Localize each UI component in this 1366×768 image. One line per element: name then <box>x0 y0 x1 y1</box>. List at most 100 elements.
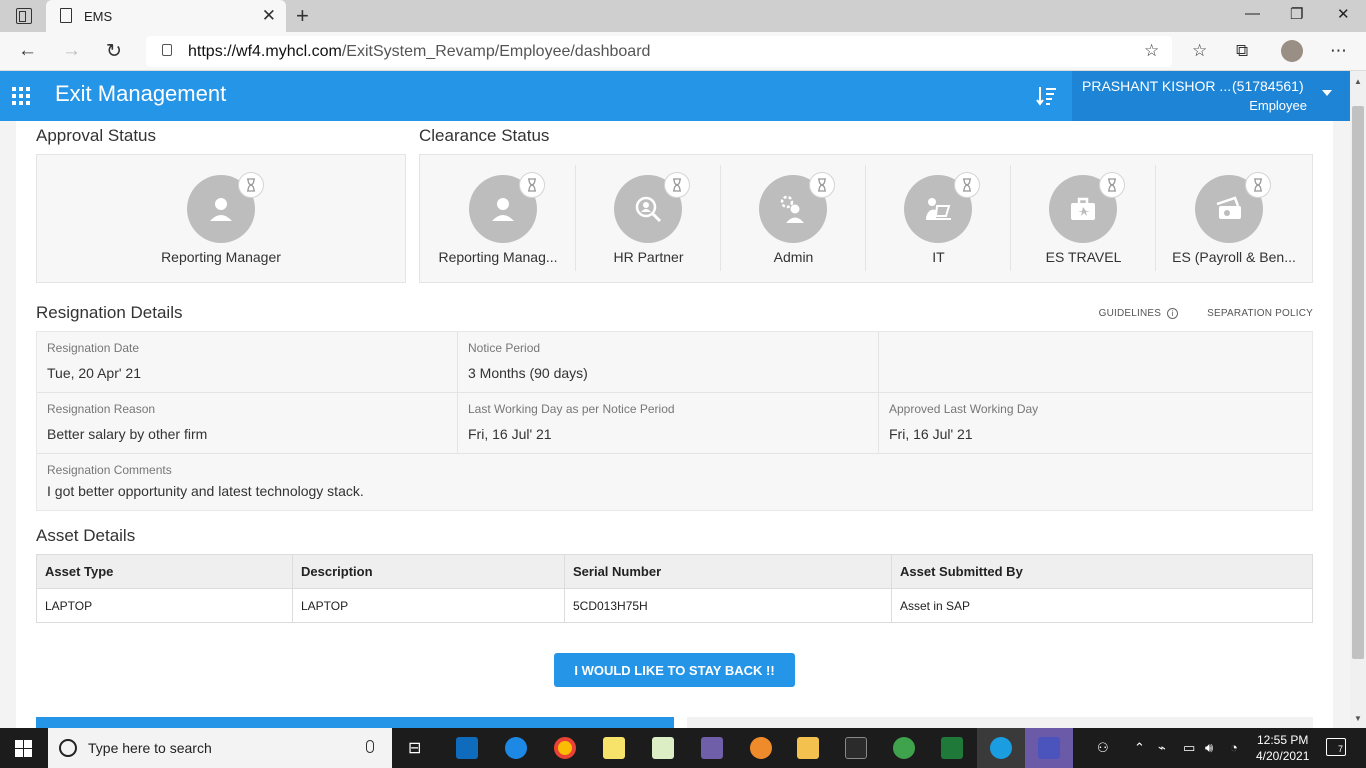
resignation-details-panel: Resignation Date Tue, 20 Apr' 21 Notice … <box>36 331 1313 511</box>
apps-grid-icon[interactable] <box>12 87 30 105</box>
resignation-date: Resignation Date Tue, 20 Apr' 21 <box>47 341 141 381</box>
volume-icon[interactable]: 🔊︎ <box>1205 740 1213 756</box>
table-header-row: Asset Type Description Serial Number Ass… <box>36 554 1313 589</box>
network-icon[interactable]: ⌁ <box>1158 740 1166 756</box>
clearance-item-es-travel: ES TRAVEL <box>1011 155 1156 282</box>
scroll-thumb[interactable] <box>1352 106 1364 659</box>
approved-last-working-day: Approved Last Working Day Fri, 16 Jul' 2… <box>889 402 1039 442</box>
profile-avatar[interactable] <box>1281 40 1303 62</box>
bottom-panel-right <box>687 717 1313 728</box>
file-explorer-icon[interactable] <box>797 737 819 759</box>
microphone-icon[interactable] <box>366 740 374 753</box>
refresh-icon[interactable]: ↻ <box>106 40 122 63</box>
collections-icon[interactable]: ⧉ <box>1236 41 1248 61</box>
close-window-icon[interactable]: ✕ <box>1337 5 1350 23</box>
chrome-icon[interactable] <box>554 737 576 759</box>
resignation-details-title: Resignation Details <box>36 303 183 322</box>
separation-policy-link[interactable]: SEPARATION POLICY <box>1207 308 1313 319</box>
column-header: Asset Type <box>36 554 293 589</box>
user-menu[interactable]: PRASHANT KISHOR ... (51784561) Employee <box>1072 71 1350 121</box>
tools-app-icon[interactable] <box>750 737 772 759</box>
url-field[interactable]: https://wf4.myhcl.com/ExitSystem_Revamp/… <box>146 36 1172 67</box>
user-id: (51784561) <box>1232 78 1304 94</box>
show-hidden-icons[interactable]: ⌃ <box>1134 740 1145 756</box>
teams-icon <box>1038 737 1060 759</box>
hourglass-icon <box>1245 172 1271 198</box>
column-header: Description <box>292 554 565 589</box>
battery-icon[interactable]: ▭ <box>1183 740 1195 756</box>
column-header: Serial Number <box>564 554 892 589</box>
scroll-up-icon[interactable]: ▲ <box>1354 77 1362 86</box>
column-header: Asset Submitted By <box>891 554 1313 589</box>
user-name: PRASHANT KISHOR ... <box>1082 78 1232 94</box>
close-tab-icon[interactable]: ✕ <box>262 6 276 26</box>
hourglass-icon <box>664 172 690 198</box>
app-title: Exit Management <box>55 81 227 106</box>
teams-taskbar-button[interactable] <box>1025 728 1073 768</box>
clearance-item-label: IT <box>932 249 945 265</box>
windows-taskbar: Type here to search ⊟ ⚇ ⌃ ⌁ ▭ 🔊︎ ◔ 12:55… <box>0 728 1366 768</box>
hourglass-icon <box>809 172 835 198</box>
back-icon[interactable]: ← <box>18 40 37 62</box>
page-icon <box>60 8 72 23</box>
dashboard-content: Approval Status Clearance Status Reporti… <box>16 121 1333 728</box>
people-icon[interactable]: ⚇ <box>1097 740 1109 756</box>
clearance-item-reporting-manager: Reporting Manag... <box>420 155 576 282</box>
asset-table: Asset Type Description Serial Number Ass… <box>36 554 1313 623</box>
timesheet-app-icon[interactable] <box>652 737 674 759</box>
edge-taskbar-button[interactable] <box>977 728 1025 768</box>
outlook-icon[interactable] <box>456 737 478 759</box>
tab-title: EMS <box>84 9 113 24</box>
tab-actions-icon[interactable] <box>16 8 32 24</box>
user-role: Employee <box>1249 98 1307 113</box>
forward-icon[interactable]: → <box>62 40 81 62</box>
stay-back-button[interactable]: I WOULD LIKE TO STAY BACK !! <box>554 653 795 687</box>
clearance-item-label: ES (Payroll & Ben... <box>1172 249 1296 265</box>
browser-tab-bar: EMS ✕ + — ❐ ✕ <box>0 0 1366 32</box>
url-text: https://wf4.myhcl.com/ExitSystem_Revamp/… <box>188 43 651 60</box>
more-menu-icon[interactable]: ⋯ <box>1330 41 1347 61</box>
s-app-icon[interactable] <box>941 737 963 759</box>
policy-links: GUIDELINES i SEPARATION POLICY <box>1073 308 1313 319</box>
info-icon: i <box>1167 308 1179 319</box>
asset-description-cell: LAPTOP <box>292 588 565 623</box>
guidelines-link[interactable]: GUIDELINES i <box>1099 308 1179 319</box>
approval-status-title: Approval Status <box>36 126 157 145</box>
taskbar-search-placeholder: Type here to search <box>88 740 212 756</box>
resignation-reason: Resignation Reason Better salary by othe… <box>47 402 208 442</box>
browser-address-bar: ← → ↻ https://wf4.myhcl.com/ExitSystem_R… <box>0 32 1366 71</box>
serial-number-cell: 5CD013H75H <box>564 588 892 623</box>
windows-start-icon[interactable] <box>15 740 32 757</box>
favorites-icon[interactable]: ☆ <box>1192 41 1207 61</box>
hourglass-icon <box>238 172 264 198</box>
internet-explorer-icon[interactable] <box>505 737 527 759</box>
hourglass-icon <box>519 172 545 198</box>
lock-icon[interactable] <box>162 44 172 56</box>
clearance-item-admin: Admin <box>721 155 866 282</box>
add-favorite-icon[interactable]: ☆ <box>1144 41 1159 61</box>
terminal-icon[interactable] <box>845 737 867 759</box>
sort-icon[interactable] <box>1035 84 1059 108</box>
media-app-icon[interactable] <box>701 737 723 759</box>
task-view-icon[interactable]: ⊟ <box>408 738 421 758</box>
bottom-panel-header <box>36 717 674 728</box>
sticky-notes-icon[interactable] <box>603 737 625 759</box>
taskbar-clock[interactable]: 12:55 PM 4/20/2021 <box>1256 732 1309 764</box>
new-tab-icon[interactable]: + <box>296 3 309 29</box>
scroll-down-icon[interactable]: ▼ <box>1354 714 1362 723</box>
wifi-icon[interactable]: ◔ <box>1230 740 1238 755</box>
approval-item-reporting-manager: Reporting Manager <box>37 155 405 282</box>
notification-center-icon[interactable]: 7 <box>1326 738 1346 756</box>
cortana-icon <box>59 739 77 757</box>
globe-app-icon[interactable] <box>893 737 915 759</box>
app-header: Exit Management PRASHANT KISHOR ... (517… <box>0 71 1350 121</box>
approval-item-label: Reporting Manager <box>161 249 281 265</box>
chevron-down-icon[interactable] <box>1322 90 1332 96</box>
page-scrollbar[interactable]: ▲ ▼ <box>1350 71 1366 728</box>
minimize-icon[interactable]: — <box>1245 5 1260 22</box>
hourglass-icon <box>1099 172 1125 198</box>
approval-status-card: Reporting Manager <box>36 154 406 283</box>
taskbar-search[interactable]: Type here to search <box>48 728 392 768</box>
browser-tab[interactable]: EMS ✕ <box>46 0 286 32</box>
maximize-icon[interactable]: ❐ <box>1290 5 1303 23</box>
